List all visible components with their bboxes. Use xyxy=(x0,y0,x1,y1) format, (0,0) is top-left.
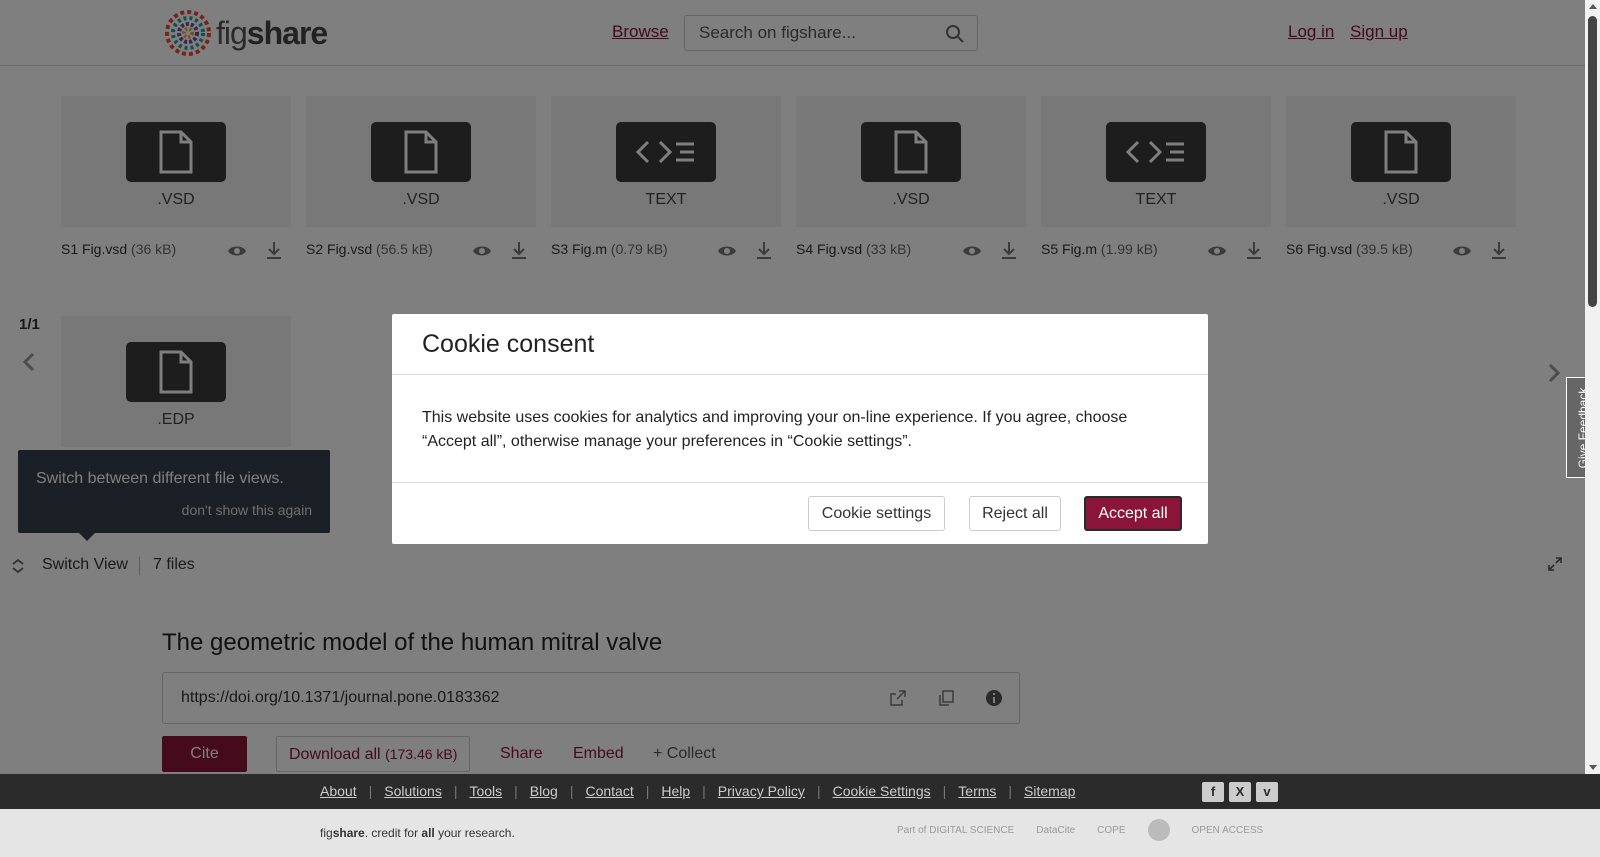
cookie-consent-dialog: Cookie consent This website uses cookies… xyxy=(392,314,1208,544)
footer-separator: | xyxy=(453,783,458,799)
footer-separator: | xyxy=(816,783,821,799)
scroll-down-arrow[interactable] xyxy=(1589,765,1597,770)
cookie-dialog-footer: Cookie settings Reject all Accept all xyxy=(392,483,1208,543)
partner-logo[interactable]: DataCite xyxy=(1036,825,1075,836)
footer-separator: | xyxy=(702,783,706,799)
x-twitter-icon[interactable]: X xyxy=(1229,782,1251,802)
scrollbar-thumb[interactable] xyxy=(1588,16,1597,307)
partner-logos: Part of DIGITAL SCIENCE DataCite COPE OPEN … xyxy=(897,819,1263,841)
footer-link[interactable]: Sitemap xyxy=(1024,783,1075,799)
reject-all-button[interactable]: Reject all xyxy=(969,496,1061,531)
footer-link[interactable]: Blog xyxy=(530,783,558,799)
cookie-settings-button[interactable]: Cookie settings xyxy=(808,496,945,531)
footer-links-bar: About | Solutions | Tools | Blog | Contact | Help |… xyxy=(0,774,1600,809)
cookie-dialog-body: This website uses cookies for analytics … xyxy=(392,375,1208,483)
scrollbar[interactable] xyxy=(1585,0,1600,774)
facebook-icon[interactable]: f xyxy=(1202,782,1224,802)
vimeo-icon[interactable]: v xyxy=(1256,782,1278,802)
footer-separator: | xyxy=(645,783,650,799)
footer-separator: | xyxy=(368,783,373,799)
partner-logo[interactable]: OPEN ACCESS xyxy=(1192,825,1264,836)
footer-link[interactable]: Privacy Policy xyxy=(718,783,805,799)
accept-all-button[interactable]: Accept all xyxy=(1084,496,1182,531)
partner-logo[interactable]: Part of DIGITAL SCIENCE xyxy=(897,825,1014,836)
footer-link[interactable]: Cookie Settings xyxy=(833,783,931,799)
footer-separator: | xyxy=(514,783,518,799)
footer-link[interactable]: Solutions xyxy=(384,783,442,799)
footer-link[interactable]: Terms xyxy=(958,783,996,799)
partner-logo[interactable]: COPE xyxy=(1097,825,1125,836)
cookie-dialog-title: Cookie consent xyxy=(392,314,1208,375)
footer-link[interactable]: Contact xyxy=(585,783,633,799)
footer-bottom: figshare. credit for all your research. … xyxy=(0,809,1600,857)
footer-separator: | xyxy=(569,783,574,799)
footer-link[interactable]: Help xyxy=(661,783,690,799)
social-links: f X v xyxy=(1202,782,1278,802)
footer-link[interactable]: About xyxy=(320,783,357,799)
partner-logo[interactable] xyxy=(1147,819,1170,841)
footer-links: About | Solutions | Tools | Blog | Contact | Help |… xyxy=(320,783,1075,799)
footer-separator: | xyxy=(1008,783,1013,799)
footer-link[interactable]: Tools xyxy=(469,783,502,799)
footer-tagline: figshare. credit for all your research. xyxy=(320,826,515,840)
scroll-up-arrow[interactable] xyxy=(1589,4,1597,9)
footer-separator: | xyxy=(942,783,947,799)
